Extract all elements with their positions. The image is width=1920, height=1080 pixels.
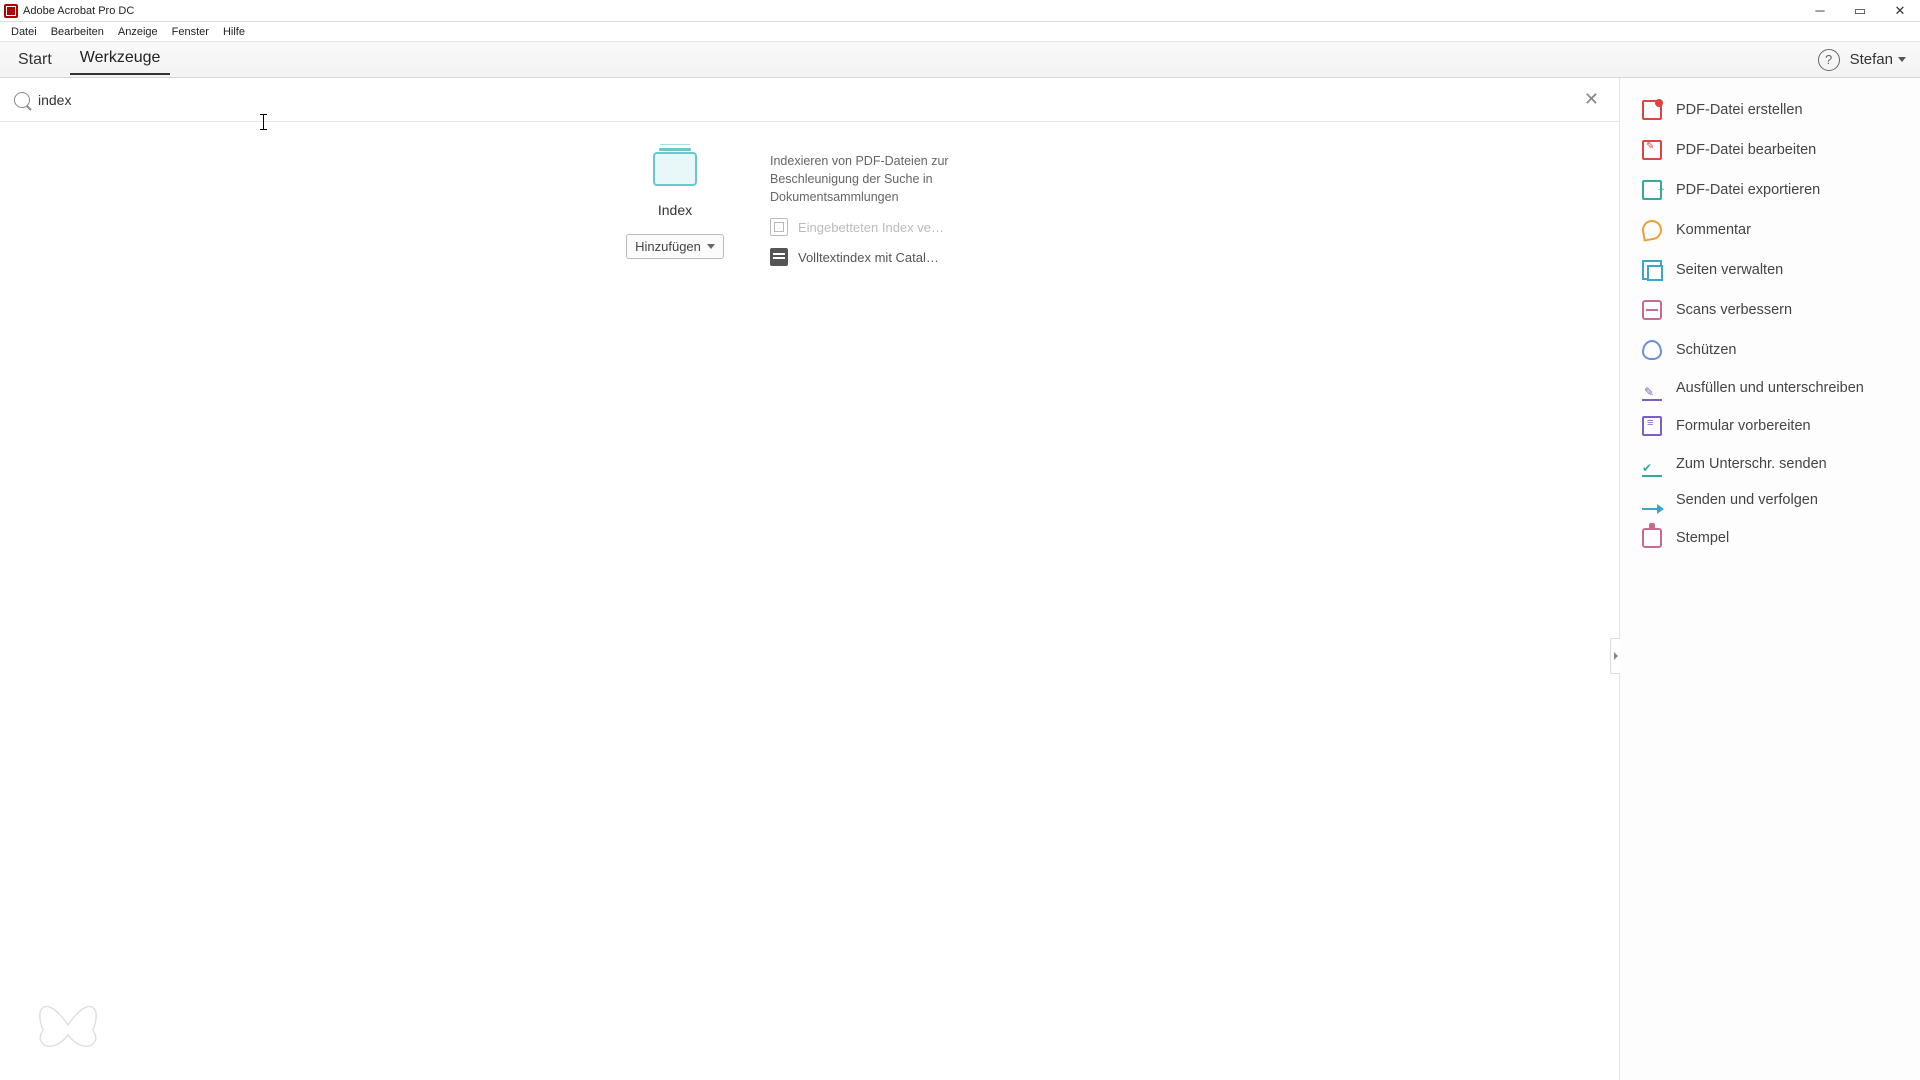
subtool-fulltext-catalog[interactable]: Volltextindex mit Catal… bbox=[770, 248, 1030, 266]
window-controls: ─ ▭ ✕ bbox=[1800, 0, 1920, 22]
sidebar-item-pdf-bearbeiten[interactable]: PDF-Datei bearbeiten bbox=[1620, 130, 1920, 170]
sidebar-item-senden-verfolgen[interactable]: Senden und verfolgen bbox=[1620, 482, 1920, 518]
tab-werkzeuge[interactable]: Werkzeuge bbox=[70, 45, 171, 75]
send-track-icon bbox=[1642, 508, 1662, 510]
enhance-scans-icon bbox=[1642, 300, 1662, 320]
sidebar-item-pdf-erstellen[interactable]: PDF-Datei erstellen bbox=[1620, 90, 1920, 130]
sidebar-label: Scans verbessern bbox=[1676, 302, 1792, 318]
protect-icon bbox=[1642, 340, 1662, 360]
sidebar-item-schuetzen[interactable]: Schützen bbox=[1620, 330, 1920, 370]
create-pdf-icon bbox=[1642, 100, 1662, 120]
search-icon bbox=[14, 92, 30, 108]
sidebar-label: Ausfüllen und unterschreiben bbox=[1676, 380, 1864, 396]
stamp-icon bbox=[1642, 528, 1662, 548]
sidebar-item-ausfuellen[interactable]: Ausfüllen und unterschreiben bbox=[1620, 370, 1920, 406]
menu-anzeige[interactable]: Anzeige bbox=[111, 24, 165, 40]
menu-bar: Datei Bearbeiten Anzeige Fenster Hilfe bbox=[0, 22, 1920, 42]
close-button[interactable]: ✕ bbox=[1880, 0, 1920, 22]
catalog-icon bbox=[770, 248, 788, 266]
tool-search-input[interactable] bbox=[38, 92, 1570, 108]
tool-search-row: ✕ bbox=[0, 78, 1619, 122]
chevron-down-icon bbox=[707, 244, 715, 249]
help-icon[interactable]: ? bbox=[1818, 49, 1840, 71]
organize-pages-icon bbox=[1642, 260, 1662, 280]
add-tool-label: Hinzufügen bbox=[635, 239, 701, 254]
menu-bearbeiten[interactable]: Bearbeiten bbox=[44, 24, 111, 40]
title-bar: Adobe Acrobat Pro DC ─ ▭ ✕ bbox=[0, 0, 1920, 22]
menu-hilfe[interactable]: Hilfe bbox=[216, 24, 252, 40]
tool-result: Index Hinzufügen Indexieren von PDF-Date… bbox=[620, 152, 1619, 266]
tool-description: Indexieren von PDF-Dateien zur Beschleun… bbox=[770, 152, 1030, 206]
tool-card-index[interactable]: Index Hinzufügen bbox=[620, 152, 730, 266]
sidebar-label: Kommentar bbox=[1676, 222, 1751, 238]
sidebar-item-unterschr-senden[interactable]: Zum Unterschr. senden bbox=[1620, 446, 1920, 482]
sidebar-label: PDF-Datei exportieren bbox=[1676, 182, 1820, 198]
sidebar-label: Senden und verfolgen bbox=[1676, 492, 1818, 508]
content-pane: ✕ Index Hinzufügen Indexieren von PDF-Da… bbox=[0, 78, 1620, 1080]
menu-datei[interactable]: Datei bbox=[4, 24, 44, 40]
sidebar-label: Formular vorbereiten bbox=[1676, 418, 1811, 434]
sidebar-item-scans-verbessern[interactable]: Scans verbessern bbox=[1620, 290, 1920, 330]
index-tool-icon bbox=[653, 152, 697, 186]
sidebar-label: Seiten verwalten bbox=[1676, 262, 1783, 278]
add-tool-button[interactable]: Hinzufügen bbox=[626, 234, 724, 259]
tool-name: Index bbox=[658, 202, 692, 218]
sidebar-label: PDF-Datei erstellen bbox=[1676, 102, 1803, 118]
sidebar-item-stempel[interactable]: Stempel bbox=[1620, 518, 1920, 558]
sidebar-item-formular[interactable]: Formular vorbereiten bbox=[1620, 406, 1920, 446]
tab-start[interactable]: Start bbox=[8, 47, 62, 73]
results-area: Index Hinzufügen Indexieren von PDF-Date… bbox=[0, 122, 1619, 1080]
collapse-sidebar-button[interactable] bbox=[1610, 638, 1620, 674]
maximize-button[interactable]: ▭ bbox=[1840, 0, 1880, 22]
sidebar-item-seiten-verwalten[interactable]: Seiten verwalten bbox=[1620, 250, 1920, 290]
window-title: Adobe Acrobat Pro DC bbox=[23, 5, 134, 17]
sidebar-label: Zum Unterschr. senden bbox=[1676, 456, 1827, 472]
main-area: ✕ Index Hinzufügen Indexieren von PDF-Da… bbox=[0, 78, 1920, 1080]
sidebar-label: Stempel bbox=[1676, 530, 1729, 546]
fill-sign-icon bbox=[1642, 399, 1662, 401]
tool-details: Indexieren von PDF-Dateien zur Beschleun… bbox=[770, 152, 1030, 266]
sidebar-label: Schützen bbox=[1676, 342, 1736, 358]
user-name: Stefan bbox=[1850, 51, 1893, 68]
subtool-embedded-index: Eingebetteten Index ve… bbox=[770, 218, 1030, 236]
user-menu[interactable]: Stefan bbox=[1850, 51, 1912, 68]
subtool-label: Eingebetteten Index ve… bbox=[798, 220, 944, 235]
edit-pdf-icon bbox=[1642, 140, 1662, 160]
send-sign-icon bbox=[1642, 475, 1662, 477]
chevron-down-icon bbox=[1898, 57, 1906, 62]
tabs-bar: Start Werkzeuge ? Stefan bbox=[0, 42, 1920, 78]
menu-fenster[interactable]: Fenster bbox=[165, 24, 216, 40]
sidebar-item-pdf-exportieren[interactable]: PDF-Datei exportieren bbox=[1620, 170, 1920, 210]
export-pdf-icon bbox=[1642, 180, 1662, 200]
prepare-form-icon bbox=[1642, 416, 1662, 436]
app-icon bbox=[4, 4, 18, 18]
subtool-label: Volltextindex mit Catal… bbox=[798, 250, 939, 265]
sidebar-label: PDF-Datei bearbeiten bbox=[1676, 142, 1816, 158]
tools-sidebar: PDF-Datei erstellen PDF-Datei bearbeiten… bbox=[1620, 78, 1920, 1080]
comment-icon bbox=[1640, 218, 1663, 241]
minimize-button[interactable]: ─ bbox=[1800, 0, 1840, 22]
butterfly-watermark-icon bbox=[28, 990, 108, 1060]
clear-search-button[interactable]: ✕ bbox=[1578, 87, 1605, 112]
sidebar-item-kommentar[interactable]: Kommentar bbox=[1620, 210, 1920, 250]
embedded-index-icon bbox=[770, 218, 788, 236]
